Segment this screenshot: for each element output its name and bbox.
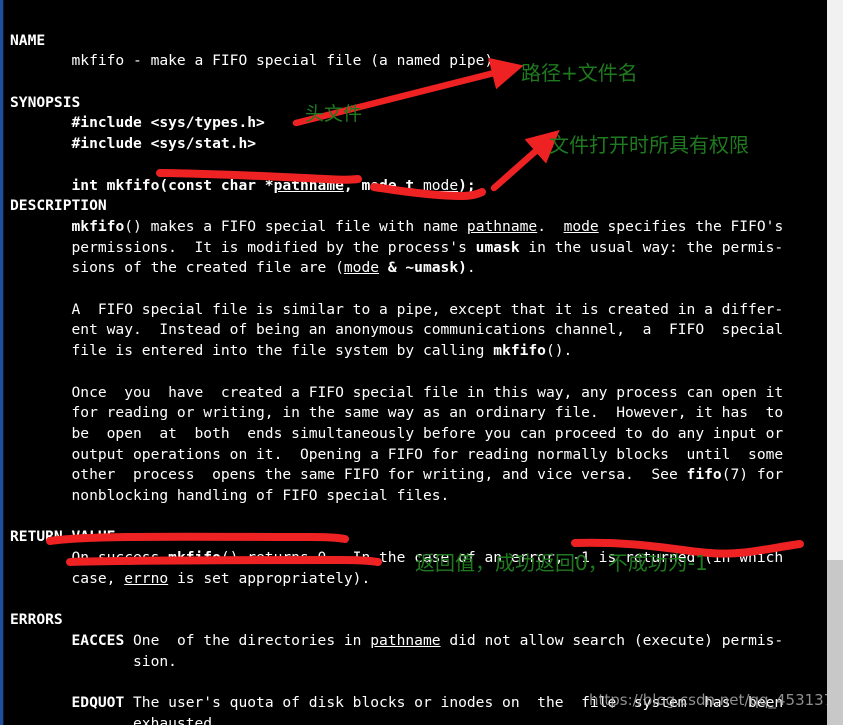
- watermark-url: https://blog.csdn.net/qq_45313714: [589, 691, 843, 709]
- vertical-scrollbar-track[interactable]: [827, 0, 843, 725]
- terminal-man-page-window: NAME mkfifo - make a FIFO special file (…: [0, 0, 843, 725]
- annotation-note-header: 头文件: [305, 103, 363, 125]
- vertical-scrollbar-thumb[interactable]: [827, 560, 843, 725]
- annotation-note-mode: 文件打开时所具有权限: [549, 133, 749, 157]
- window-left-border-inner: [3, 0, 4, 725]
- annotation-note-pathname: 路径+文件名: [521, 61, 638, 85]
- annotation-note-return: 返回值，成功返回0，不成功为-1: [415, 551, 708, 575]
